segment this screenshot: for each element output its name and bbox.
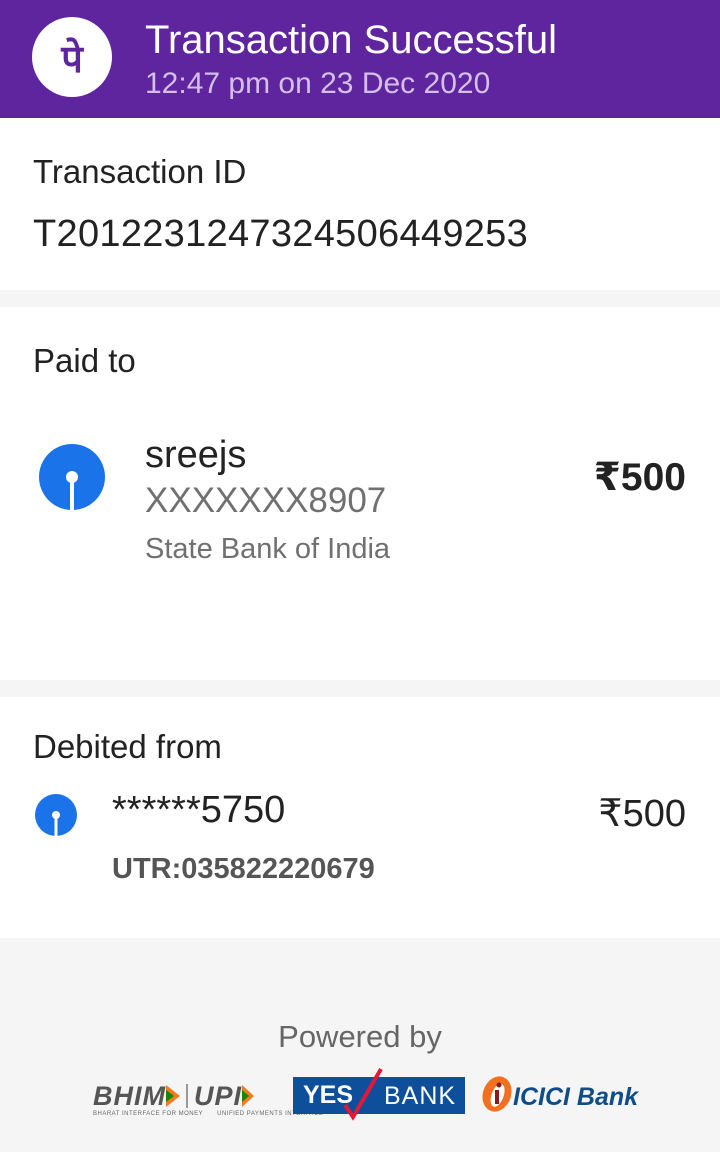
bank-wordmark: BANK [384,1082,457,1110]
bhim-arrow-icon [166,1085,180,1107]
status-header: पे Transaction Successful 12:47 pm on 23… [0,0,720,118]
yes-bank-logo: YES BANK [293,1067,465,1121]
debit-amount: ₹500 [598,793,686,835]
debited-from-label: Debited from [33,728,222,765]
icici-wordmark: ICICI Bank [513,1083,639,1111]
icici-logo-icon [482,1076,512,1112]
debit-account-number: ******5750 [112,789,286,831]
paid-to-label: Paid to [33,342,136,379]
payee-bank-name: State Bank of India [145,533,391,565]
icici-bank-logo: ICICI Bank [481,1074,638,1114]
paid-amount: ₹500 [593,456,686,499]
bhim-wordmark: BHIM [93,1080,166,1111]
powered-by-label: Powered by [278,1019,442,1054]
sbi-logo-icon [35,794,77,836]
sbi-logo-icon [39,444,105,510]
phonepe-logo-icon: पे [60,37,84,81]
svg-text:पे: पे [60,37,84,81]
transaction-id-value[interactable]: T2012231247324506449253 [33,213,528,256]
debited-from-card[interactable]: Debited from ******5750 ₹500 UTR:0358222… [0,697,720,938]
utr-number[interactable]: UTR:035822220679 [112,853,375,886]
bhim-tagline: BHARAT INTERFACE FOR MONEY [93,1111,204,1117]
paid-to-card[interactable]: Paid to sreejs XXXXXXX8907 State Bank of… [0,307,720,680]
payee-name: sreejs [145,434,247,476]
upi-arrow-icon [242,1085,255,1107]
status-title: Transaction Successful [145,18,558,62]
transaction-id-card: Transaction ID T2012231247324506449253 [0,118,720,290]
yes-bank-tick-icon [343,1067,383,1121]
transaction-id-label: Transaction ID [33,153,247,190]
bhim-upi-logo: BHIM UPI BHARAT INTERFACE FOR MONEY UNIF… [93,1080,323,1118]
phonepe-logo: पे [32,17,112,97]
payee-account-number: XXXXXXX8907 [145,481,387,520]
transaction-timestamp: 12:47 pm on 23 Dec 2020 [145,67,491,100]
upi-wordmark: UPI [194,1080,243,1111]
